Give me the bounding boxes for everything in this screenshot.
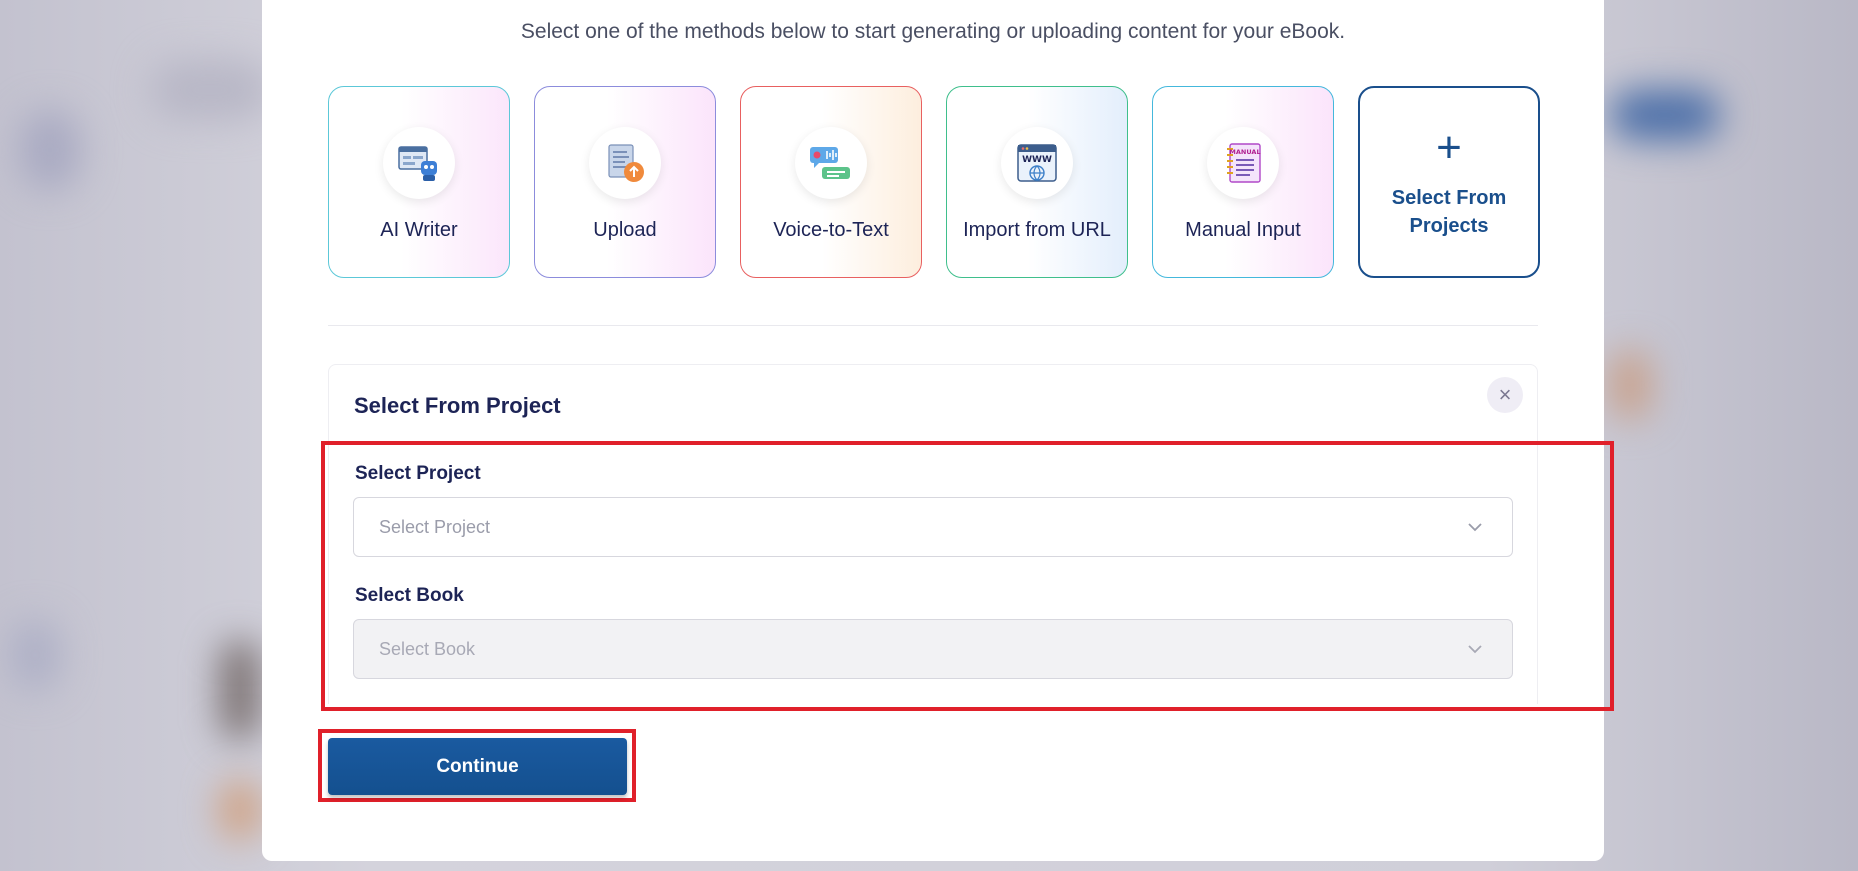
method-card-import-url[interactable]: WWW Import from URL (946, 86, 1128, 278)
project-field-label: Select Project (355, 463, 481, 484)
method-card-upload[interactable]: Upload (534, 86, 716, 278)
method-label: Voice-to-Text (773, 219, 889, 241)
modal-subtitle: Select one of the methods below to start… (520, 20, 1346, 43)
plus-icon: + (1436, 123, 1462, 172)
method-label: Manual Input (1185, 219, 1301, 241)
select-project-placeholder: Select Project (379, 516, 491, 537)
content-method-modal: Select one of the methods below to start… (262, 0, 1614, 861)
robot-writer-icon (383, 127, 455, 199)
method-label-line1: Select From (1391, 187, 1507, 209)
method-cards: AI Writer Upload Voice-to-Text WWW Impor… (328, 86, 1540, 278)
document-upload-icon (589, 127, 661, 199)
www-globe-icon: WWW (1001, 127, 1073, 199)
method-label-line2: Projects (1409, 215, 1489, 237)
book-field-label: Select Book (355, 585, 464, 606)
method-label: Import from URL (963, 219, 1111, 241)
method-label: Select From Projects (1392, 184, 1506, 240)
manual-icon-text: MANUAL (1229, 148, 1260, 156)
divider (328, 325, 1538, 326)
select-project-dropdown[interactable]: Select Project (353, 497, 1513, 557)
panel-title: Select From Project (354, 393, 561, 418)
method-card-ai-writer[interactable]: AI Writer (328, 86, 510, 278)
method-label: AI Writer (380, 219, 458, 241)
method-label: Upload (593, 219, 657, 241)
select-book-dropdown[interactable]: Select Book (353, 619, 1513, 679)
voice-chat-icon (795, 127, 867, 199)
chevron-down-icon (1468, 645, 1482, 654)
select-book-placeholder: Select Book (379, 638, 476, 659)
manual-notebook-icon: MANUAL (1207, 127, 1279, 199)
method-card-select-from-projects[interactable]: + Select From Projects (1358, 86, 1540, 278)
method-card-manual-input[interactable]: MANUAL Manual Input (1152, 86, 1334, 278)
svg-text:WWW: WWW (1022, 155, 1052, 165)
chevron-down-icon (1468, 523, 1482, 532)
method-card-voice-to-text[interactable]: Voice-to-Text (740, 86, 922, 278)
continue-button[interactable]: Continue (328, 738, 627, 795)
close-icon[interactable]: × (1487, 377, 1523, 413)
